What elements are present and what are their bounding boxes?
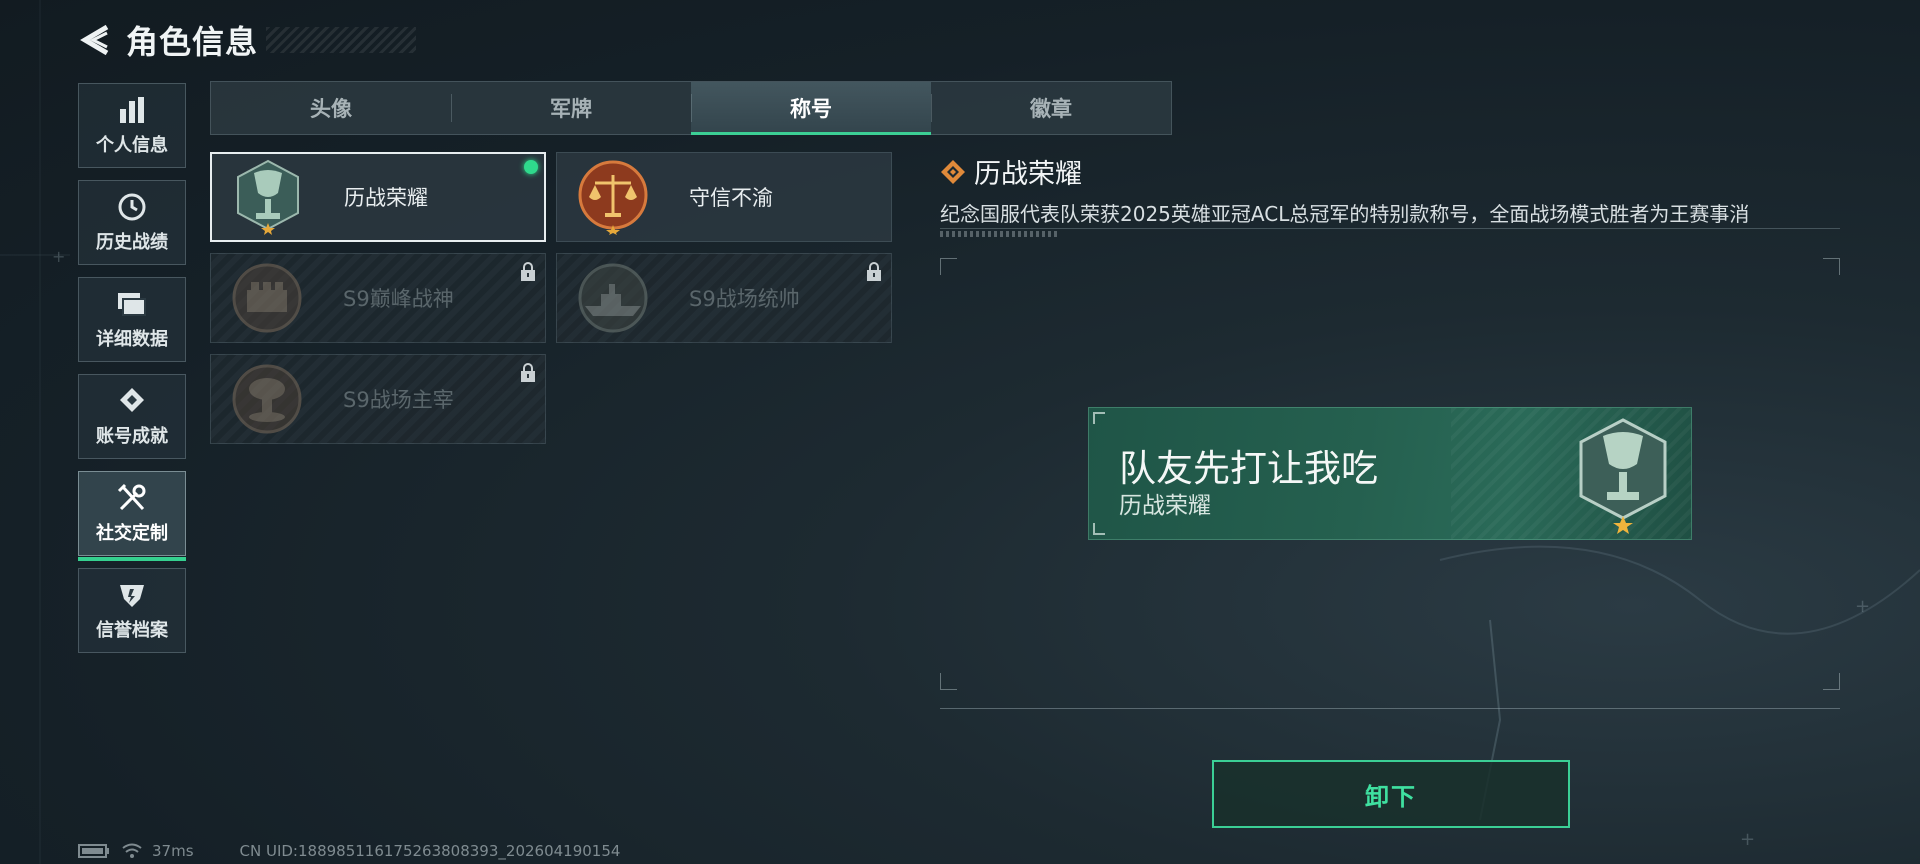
bar-chart-icon (116, 95, 148, 125)
title-card-shouxin-buyu[interactable]: 守信不渝 (556, 152, 892, 242)
svg-text:+: + (52, 247, 65, 266)
tab-badge[interactable]: 徽章 (931, 82, 1171, 134)
divider-decoration (940, 231, 1060, 237)
sidebar: 个人信息 历史战绩 详细数据 账号成就 社交定制 信誉档案 (78, 83, 188, 665)
tab-dog-tag[interactable]: 军牌 (451, 82, 691, 134)
unequip-button[interactable]: 卸下 (1212, 760, 1570, 828)
divider (940, 228, 1840, 229)
sidebar-item-detailed-data[interactable]: 详细数据 (78, 277, 186, 362)
title-card-name: S9战场统帅 (689, 287, 800, 311)
lock-icon (867, 262, 881, 281)
mushroom-cloud-emblem-icon (227, 359, 307, 439)
nameplate-preview: 队友先打让我吃 历战荣耀 (1088, 407, 1692, 540)
sidebar-item-label: 信誉档案 (96, 619, 168, 641)
sidebar-item-reputation[interactable]: 信誉档案 (78, 568, 186, 653)
title-card-name: S9战场主宰 (343, 388, 454, 412)
lock-icon (521, 262, 535, 281)
title-card-name: S9巅峰战神 (343, 287, 454, 311)
sidebar-item-label: 详细数据 (96, 328, 168, 350)
title-card-lizhan-rongyao[interactable]: 历战荣耀 (210, 152, 546, 242)
back-button[interactable] (76, 20, 116, 60)
divider (940, 708, 1840, 709)
svg-text:+: + (1740, 829, 1755, 850)
page-title: 角色信息 (126, 23, 259, 61)
trophy-emblem-icon (228, 157, 308, 237)
sidebar-item-social-custom[interactable]: 社交定制 (78, 471, 186, 561)
tab-avatar[interactable]: 头像 (211, 82, 451, 134)
header: 角色信息 (76, 14, 417, 66)
wifi-icon (122, 843, 142, 858)
title-card-name: 历战荣耀 (344, 186, 428, 210)
title-card-s9-field-commander[interactable]: S9战场统帅 (556, 253, 892, 343)
battery-icon (78, 844, 109, 858)
folder-icon (116, 289, 148, 319)
tab-bar: 头像 军牌 称号 徽章 (210, 81, 1172, 135)
detail-title: 历战荣耀 (974, 159, 1082, 190)
diamond-icon (941, 159, 965, 184)
detail-description: 纪念国服代表队荣获2025英雄亚冠ACL总冠军的特别款称号，全面战场模式胜者为王… (940, 202, 1750, 226)
lock-icon (521, 363, 535, 382)
tab-title[interactable]: 称号 (691, 82, 931, 135)
tools-icon (116, 483, 148, 513)
sidebar-item-label: 社交定制 (96, 522, 168, 544)
title-decoration (266, 27, 417, 53)
sidebar-item-label: 历史战绩 (96, 231, 168, 253)
fortress-emblem-icon (227, 258, 307, 338)
unequip-button-label: 卸下 (1365, 782, 1417, 811)
title-card-name: 守信不渝 (689, 186, 773, 210)
title-card-s9-peak-warrior[interactable]: S9巅峰战神 (210, 253, 546, 343)
status-bar: 37ms CN UID:188985116175263808393_202604… (78, 842, 620, 860)
trophy-emblem-icon (1579, 418, 1667, 534)
history-clock-icon (116, 192, 148, 222)
equipped-indicator (524, 160, 538, 174)
sidebar-item-personal-info[interactable]: 个人信息 (78, 83, 186, 168)
nameplate-player-name: 队友先打让我吃 (1119, 447, 1378, 490)
sidebar-item-achievements[interactable]: 账号成就 (78, 374, 186, 459)
sidebar-item-label: 个人信息 (96, 134, 168, 156)
warship-emblem-icon (573, 258, 653, 338)
title-card-s9-field-dominator[interactable]: S9战场主宰 (210, 354, 546, 444)
user-uid: CN UID:188985116175263808393_20260419015… (239, 842, 621, 860)
back-arrow-icon (80, 24, 109, 56)
detail-header: 历战荣耀 (940, 152, 1082, 191)
sidebar-item-label: 账号成就 (96, 425, 168, 447)
nameplate-title: 历战荣耀 (1119, 493, 1211, 519)
shield-icon (116, 580, 148, 610)
ping-value: 37ms (152, 842, 194, 860)
scales-emblem-icon (573, 157, 653, 237)
achievement-icon (116, 386, 148, 416)
svg-text:+: + (1855, 596, 1870, 617)
sidebar-item-history[interactable]: 历史战绩 (78, 180, 186, 265)
